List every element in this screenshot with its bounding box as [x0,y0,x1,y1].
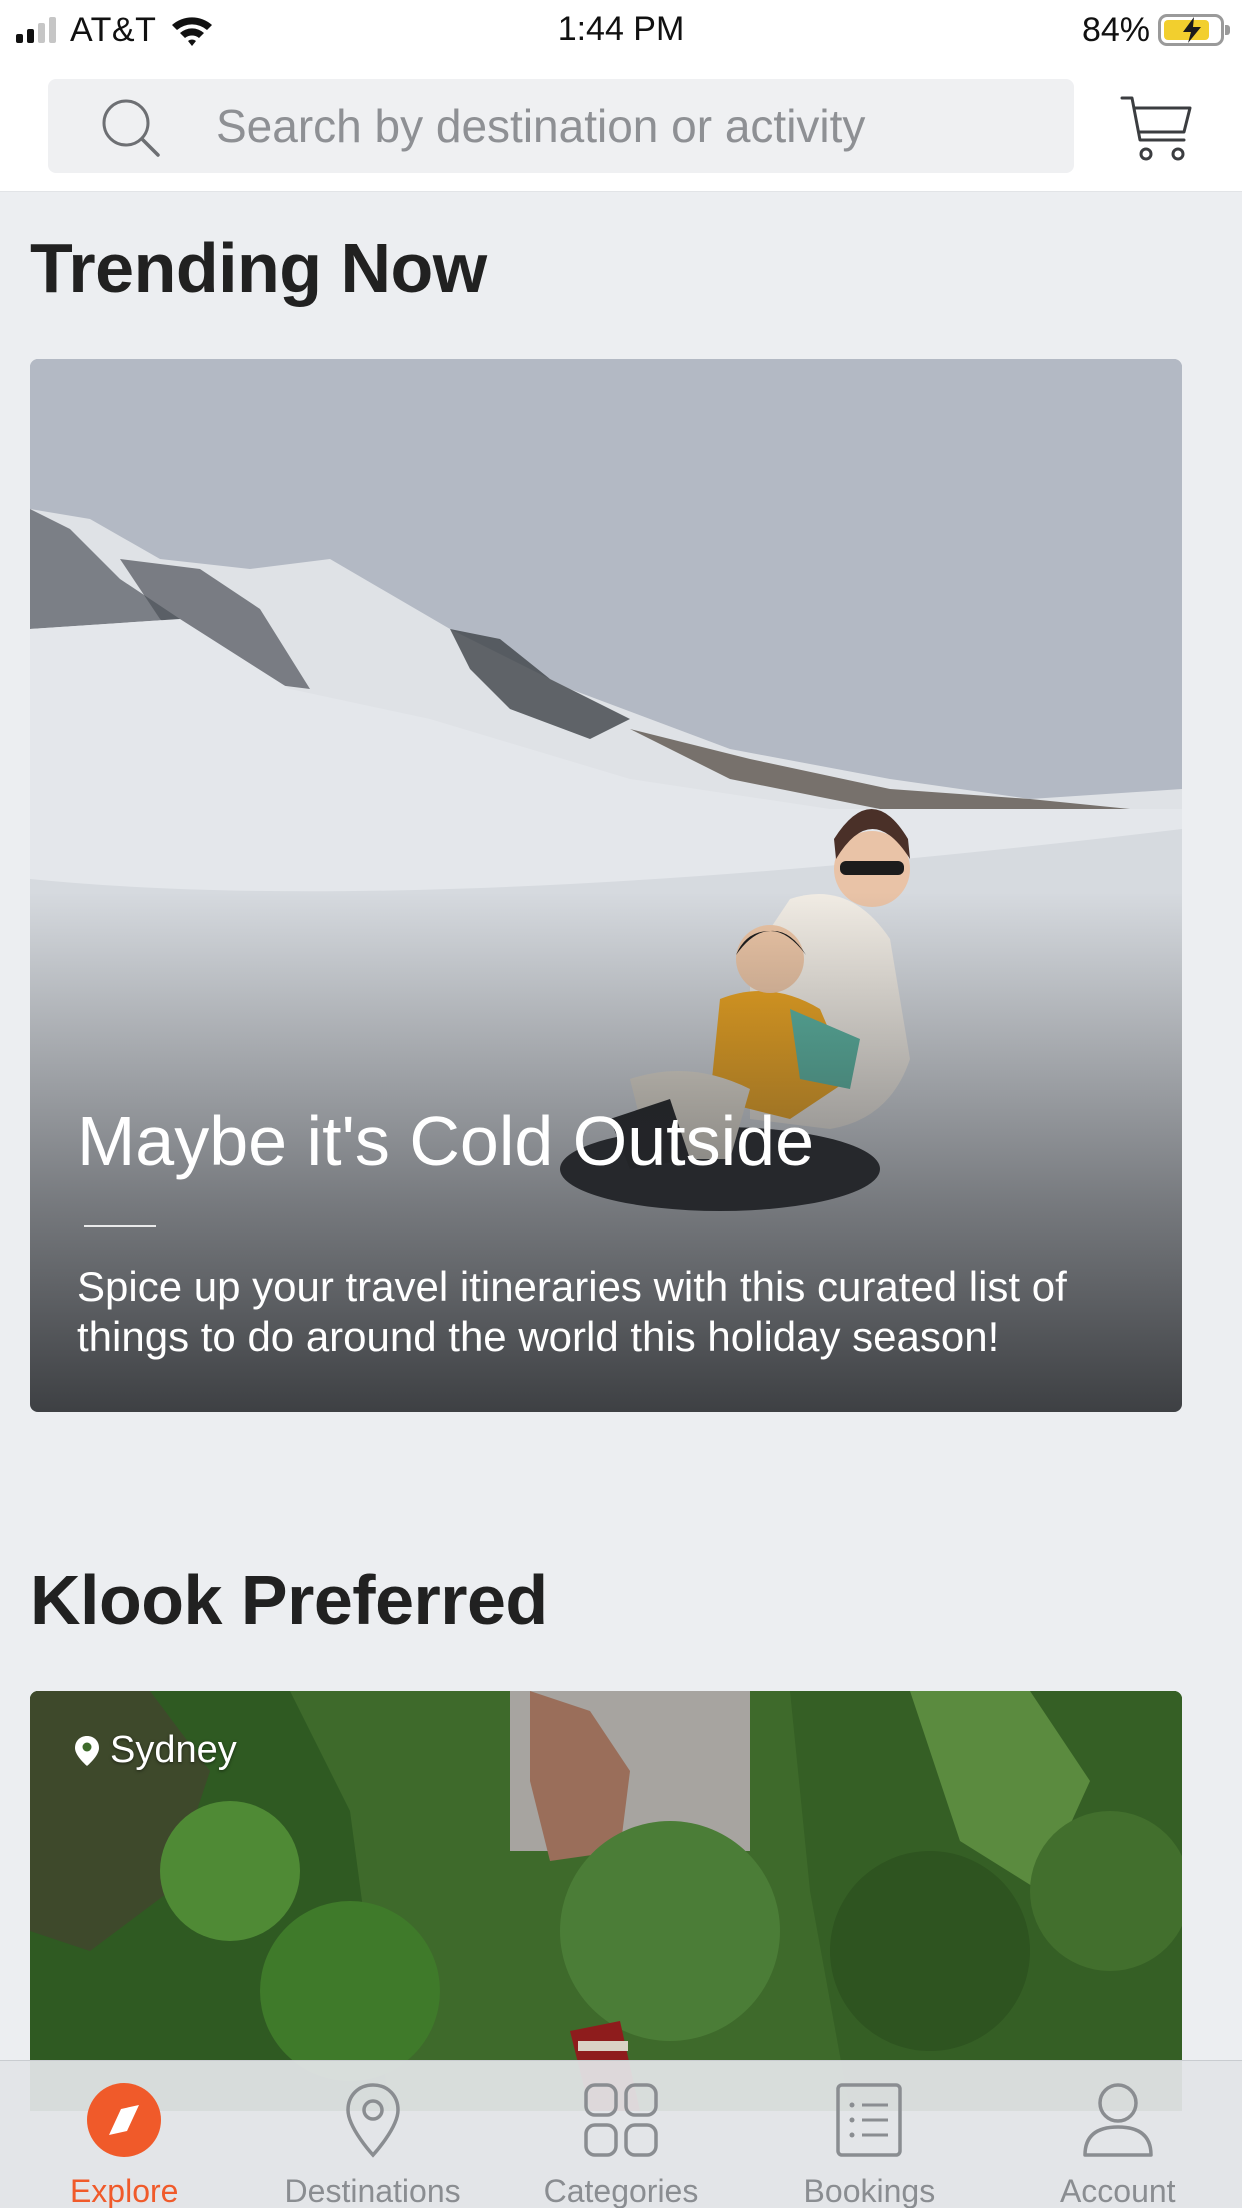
battery-percent: 84% [1081,10,1150,49]
explore-screen: AT&T 1:44 PM 84% Search by destination o… [0,0,1242,2208]
tab-account[interactable]: Account [994,2061,1242,2208]
tab-label: Categories [543,2173,699,2208]
tab-label: Explore [69,2173,179,2208]
trending-section-title: Trending Now [30,229,487,307]
battery-charging-icon [1158,14,1230,46]
compass-icon [87,2083,162,2157]
tab-bookings[interactable]: Bookings [745,2061,993,2208]
trending-card-title: Maybe it's Cold Outside [77,1102,815,1180]
preferred-card[interactable]: Sydney [30,1691,1182,2111]
list-icon [836,2083,903,2157]
top-header: Search by destination or activity [0,58,1242,192]
trending-card-description: Spice up your travel itineraries with th… [77,1263,1067,1360]
location-name: Sydney [110,1729,237,1771]
bottom-tab-bar: Explore Destinations Categories Bookings… [0,2060,1242,2208]
location-pin-icon [75,1735,99,1766]
trending-card[interactable]: Maybe it's Cold Outside Spice up your tr… [30,359,1182,1412]
tab-explore[interactable]: Explore [0,2061,248,2208]
search-placeholder: Search by destination or activity [216,100,866,152]
tab-label: Bookings [803,2173,936,2208]
search-icon [102,99,160,157]
tab-label: Account [1059,2173,1176,2208]
grid-icon [584,2083,658,2157]
title-divider [84,1225,156,1227]
preferred-section-title: Klook Preferred [30,1561,548,1639]
location-tag: Sydney [74,1729,237,1772]
cart-icon[interactable] [1118,90,1194,166]
person-icon [1083,2083,1153,2157]
status-time: 1:44 PM [557,10,685,48]
tab-categories[interactable]: Categories [497,2061,745,2208]
status-bar: AT&T 1:44 PM 84% [0,0,1242,58]
tab-label: Destinations [284,2173,461,2208]
status-right: 84% [1081,10,1230,50]
tab-destinations[interactable]: Destinations [248,2061,496,2208]
search-input[interactable]: Search by destination or activity [48,79,1074,173]
map-pin-icon [345,2083,400,2158]
